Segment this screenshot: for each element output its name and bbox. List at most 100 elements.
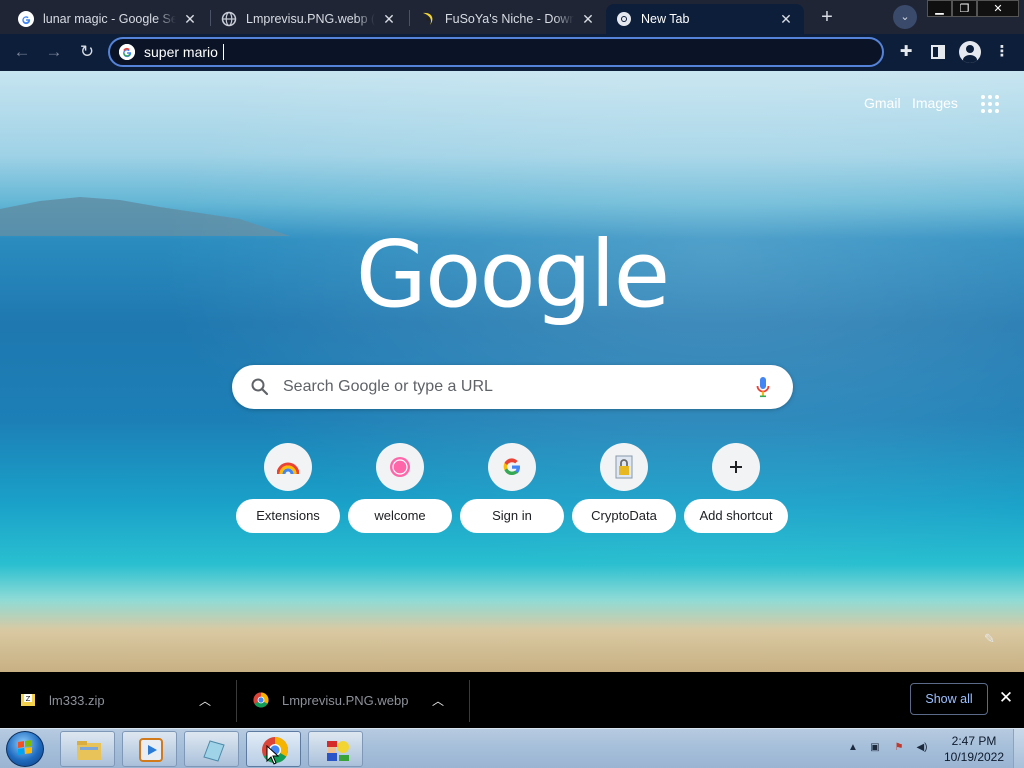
zip-icon: Z bbox=[21, 694, 35, 706]
taskbar: ▲ ▣ ⚑ ◀) 2:47 PM 10/19/2022 bbox=[0, 728, 1024, 768]
chevron-down-icon: ⌄ bbox=[900, 11, 910, 23]
close-icon[interactable]: ✕ bbox=[778, 11, 794, 28]
shortcut-label: Extensions bbox=[236, 499, 340, 533]
lock-file-icon bbox=[600, 443, 648, 491]
download-item[interactable]: Z lm333.zip ︿ bbox=[20, 672, 213, 728]
restore-button[interactable]: ❐ bbox=[952, 0, 977, 17]
tab-strip: lunar magic - Google Search ✕ Lmprevisu.… bbox=[0, 0, 1024, 34]
osu-icon bbox=[376, 443, 424, 491]
customize-button[interactable]: ✎ bbox=[984, 631, 1000, 647]
shortcut-label: CryptoData bbox=[572, 499, 676, 533]
shortcut-add[interactable]: Add shortcut bbox=[684, 443, 788, 533]
divider bbox=[236, 680, 237, 722]
toolbar: ← → ↻ super mario ✚ ⋮ bbox=[0, 34, 1024, 71]
reload-icon: ↻ bbox=[79, 42, 95, 61]
pencil-icon: ✎ bbox=[984, 631, 995, 646]
tab-fusoya-downloads[interactable]: FuSoYa's Niche - Downloads ✕ bbox=[410, 4, 606, 34]
globe-icon bbox=[221, 11, 237, 27]
new-tab-button[interactable]: + bbox=[815, 6, 839, 30]
taskbar-media-player[interactable] bbox=[122, 731, 177, 767]
show-all-button[interactable]: Show all bbox=[910, 683, 988, 715]
fusoya-icon bbox=[420, 11, 436, 27]
back-button[interactable]: ← bbox=[9, 39, 35, 65]
download-filename: Lmprevisu.PNG.webp bbox=[282, 692, 409, 708]
taskbar-file-explorer[interactable] bbox=[60, 731, 115, 767]
text-caret bbox=[222, 44, 224, 60]
apps-grid-icon bbox=[981, 95, 999, 113]
avatar-icon bbox=[959, 41, 981, 63]
tab-title: New Tab bbox=[641, 12, 690, 26]
close-icon[interactable]: ✕ bbox=[381, 11, 397, 28]
side-panel-button[interactable] bbox=[925, 39, 951, 65]
google-g-icon bbox=[18, 11, 34, 27]
search-icon bbox=[251, 378, 269, 396]
tab-title: Lmprevisu.PNG.webp (1600×1200) bbox=[246, 12, 375, 26]
side-panel-icon bbox=[931, 45, 945, 59]
images-link[interactable]: Images bbox=[912, 95, 958, 111]
tab-search-button[interactable]: ⌄ bbox=[893, 5, 917, 29]
puzzle-icon: ✚ bbox=[899, 43, 913, 60]
shortcut-label: Add shortcut bbox=[684, 499, 788, 533]
kebab-menu-icon: ⋮ bbox=[994, 43, 1010, 60]
chrome-icon bbox=[616, 11, 632, 27]
close-icon[interactable]: ✕ bbox=[996, 688, 1016, 710]
svg-text:Z: Z bbox=[26, 695, 31, 703]
close-icon[interactable]: ✕ bbox=[182, 11, 198, 28]
mouse-cursor-icon bbox=[266, 745, 280, 765]
shortcut-cryptodata[interactable]: CryptoData bbox=[572, 443, 676, 533]
search-box[interactable]: Search Google or type a URL bbox=[232, 365, 793, 409]
tab-new-tab[interactable]: New Tab ✕ bbox=[606, 4, 804, 34]
windows-logo-icon bbox=[18, 740, 32, 755]
clock-date[interactable]: 10/19/2022 bbox=[942, 750, 1006, 764]
volume-icon[interactable]: ◀) bbox=[915, 742, 929, 756]
notepad-icon bbox=[203, 740, 225, 762]
taskbar-notepad[interactable] bbox=[184, 731, 239, 767]
reload-button[interactable]: ↻ bbox=[74, 39, 100, 65]
shortcut-label: welcome bbox=[348, 499, 452, 533]
start-button[interactable] bbox=[6, 731, 44, 767]
gmail-link[interactable]: Gmail bbox=[864, 95, 901, 111]
media-player-icon bbox=[139, 738, 163, 762]
mario-sprite-icon bbox=[327, 741, 349, 761]
search-input[interactable]: Search Google or type a URL bbox=[283, 378, 755, 396]
chevron-up-icon[interactable]: ︿ bbox=[430, 692, 446, 709]
close-window-button[interactable]: ✕ bbox=[977, 0, 1019, 17]
download-filename: lm333.zip bbox=[49, 692, 105, 708]
new-tab-page: Gmail Images Google Search Google or typ… bbox=[0, 71, 1024, 672]
shortcut-extensions[interactable]: Extensions bbox=[236, 443, 340, 533]
arrow-left-icon: ← bbox=[13, 42, 31, 61]
clock-time[interactable]: 2:47 PM bbox=[942, 734, 1006, 748]
download-item[interactable]: Lmprevisu.PNG.webp ︿ bbox=[253, 672, 446, 728]
shortcut-sign-in[interactable]: Sign in bbox=[460, 443, 564, 533]
shortcut-label: Sign in bbox=[460, 499, 564, 533]
address-bar[interactable]: super mario bbox=[108, 37, 884, 67]
close-icon[interactable]: ✕ bbox=[580, 11, 596, 28]
taskbar-smw-editor[interactable] bbox=[308, 731, 363, 767]
show-desktop-button[interactable] bbox=[1013, 729, 1024, 768]
address-bar-text[interactable]: super mario bbox=[144, 44, 218, 60]
tab-lmprevisu-image[interactable]: Lmprevisu.PNG.webp (1600×1200) ✕ bbox=[211, 4, 407, 34]
network-icon[interactable]: ▣ bbox=[868, 742, 882, 756]
google-apps-button[interactable] bbox=[979, 93, 1001, 115]
rainbow-icon bbox=[264, 443, 312, 491]
menu-button[interactable]: ⋮ bbox=[989, 39, 1015, 65]
google-g-icon bbox=[119, 44, 135, 60]
divider bbox=[469, 680, 470, 722]
plus-icon bbox=[712, 443, 760, 491]
download-shelf: Z lm333.zip ︿ Lmprevisu.PNG.webp ︿ Show … bbox=[0, 672, 1024, 728]
chevron-up-icon[interactable]: ︿ bbox=[197, 692, 213, 709]
shortcut-welcome[interactable]: welcome bbox=[348, 443, 452, 533]
show-hidden-icons-icon[interactable]: ▲ bbox=[846, 742, 860, 756]
tab-lunar-magic-search[interactable]: lunar magic - Google Search ✕ bbox=[8, 4, 208, 34]
tab-title: FuSoYa's Niche - Downloads bbox=[445, 12, 574, 26]
action-center-icon[interactable]: ⚑ bbox=[892, 742, 906, 756]
profile-button[interactable] bbox=[957, 39, 983, 65]
folder-icon bbox=[77, 741, 101, 760]
google-logo: Google bbox=[355, 221, 670, 328]
chrome-icon bbox=[253, 692, 269, 708]
window-controls: ▁ ❐ ✕ bbox=[927, 0, 1019, 17]
extensions-button[interactable]: ✚ bbox=[893, 39, 919, 65]
microphone-icon[interactable] bbox=[755, 376, 771, 398]
minimize-button[interactable]: ▁ bbox=[927, 0, 952, 17]
forward-button[interactable]: → bbox=[41, 39, 67, 65]
